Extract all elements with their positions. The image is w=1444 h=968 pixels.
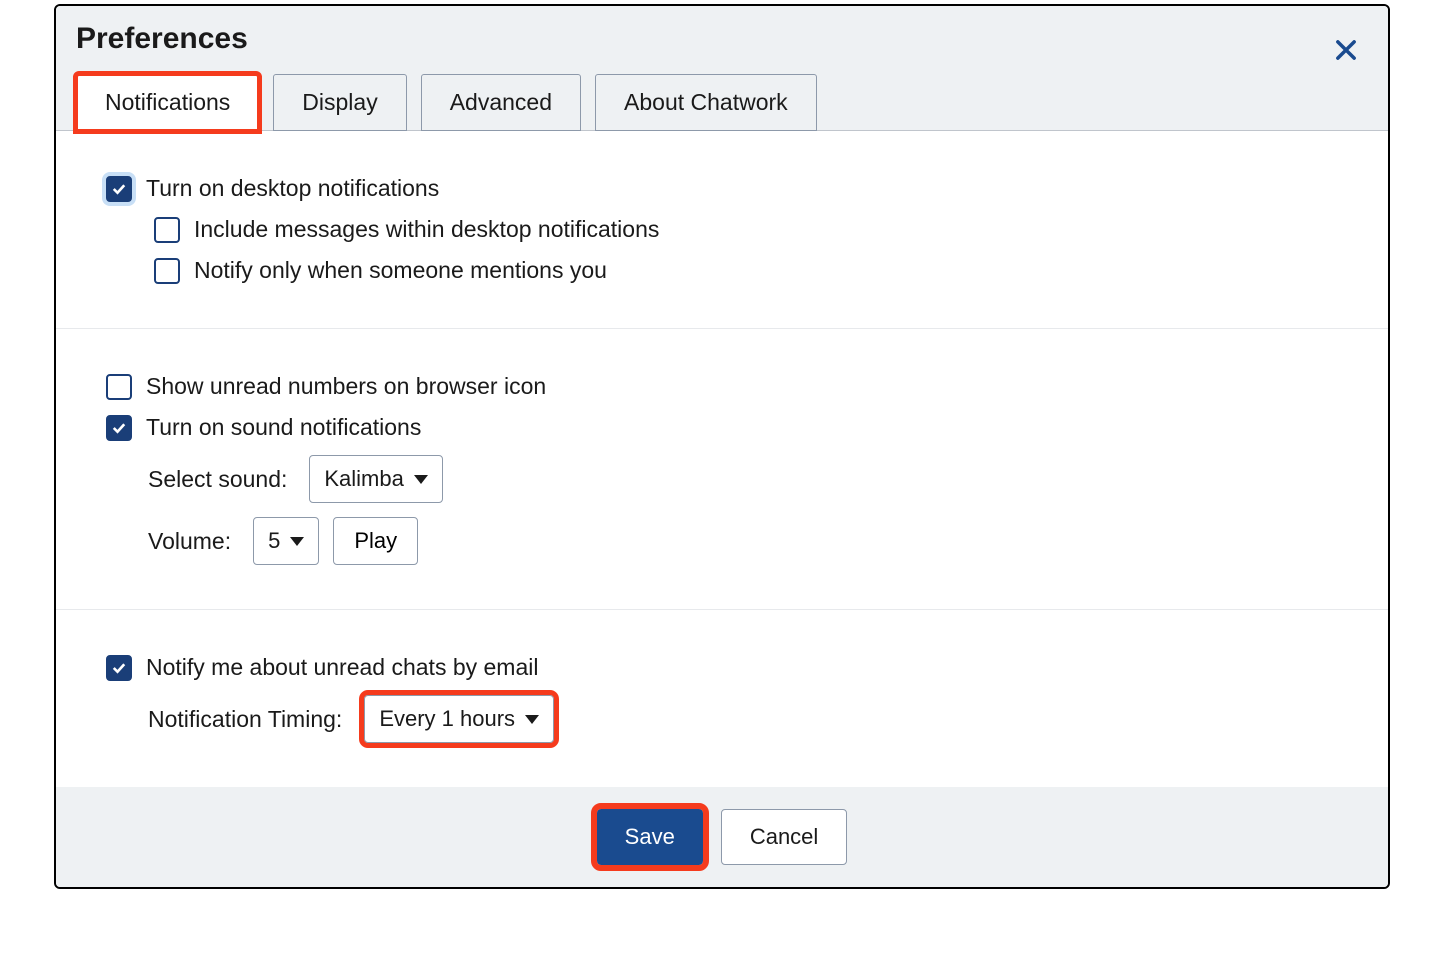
select-notification-timing-value: Every 1 hours bbox=[379, 706, 515, 732]
label-notify-mentions-only: Notify only when someone mentions you bbox=[194, 257, 607, 284]
section-desktop-notifications: Turn on desktop notifications Include me… bbox=[56, 131, 1388, 329]
label-desktop-notifications: Turn on desktop notifications bbox=[146, 175, 439, 202]
label-sound-notifications: Turn on sound notifications bbox=[146, 414, 421, 441]
dialog-header: Preferences Notifications Display Advanc… bbox=[56, 6, 1388, 131]
dialog-body: Turn on desktop notifications Include me… bbox=[56, 131, 1388, 787]
tab-advanced[interactable]: Advanced bbox=[421, 74, 581, 131]
select-sound[interactable]: Kalimba bbox=[309, 455, 442, 503]
checkbox-notify-mentions-only[interactable] bbox=[154, 258, 180, 284]
checkbox-notify-email[interactable] bbox=[106, 655, 132, 681]
play-button[interactable]: Play bbox=[333, 517, 418, 565]
label-volume: Volume: bbox=[148, 528, 231, 555]
select-notification-timing[interactable]: Every 1 hours bbox=[364, 695, 554, 743]
preferences-dialog: Preferences Notifications Display Advanc… bbox=[54, 4, 1390, 889]
dialog-footer: Save Cancel bbox=[56, 787, 1388, 887]
tabs: Notifications Display Advanced About Cha… bbox=[76, 74, 1368, 131]
dialog-title: Preferences bbox=[76, 22, 1368, 56]
select-volume[interactable]: 5 bbox=[253, 517, 319, 565]
tab-notifications[interactable]: Notifications bbox=[76, 74, 259, 131]
chevron-down-icon bbox=[414, 475, 428, 484]
tab-about[interactable]: About Chatwork bbox=[595, 74, 817, 131]
checkbox-show-unread-browser-icon[interactable] bbox=[106, 374, 132, 400]
checkbox-desktop-notifications[interactable] bbox=[106, 176, 132, 202]
checkbox-include-messages[interactable] bbox=[154, 217, 180, 243]
select-volume-value: 5 bbox=[268, 528, 280, 554]
cancel-button[interactable]: Cancel bbox=[721, 809, 847, 865]
label-notify-email: Notify me about unread chats by email bbox=[146, 654, 538, 681]
save-button[interactable]: Save bbox=[597, 809, 703, 865]
close-button[interactable] bbox=[1332, 36, 1360, 64]
label-select-sound: Select sound: bbox=[148, 466, 287, 493]
tab-display[interactable]: Display bbox=[273, 74, 406, 131]
section-sound: Show unread numbers on browser icon Turn… bbox=[56, 329, 1388, 610]
close-icon bbox=[1332, 36, 1360, 64]
chevron-down-icon bbox=[290, 537, 304, 546]
label-show-unread-browser-icon: Show unread numbers on browser icon bbox=[146, 373, 546, 400]
chevron-down-icon bbox=[525, 715, 539, 724]
label-include-messages: Include messages within desktop notifica… bbox=[194, 216, 659, 243]
label-notification-timing: Notification Timing: bbox=[148, 706, 342, 733]
select-sound-value: Kalimba bbox=[324, 466, 403, 492]
section-email: Notify me about unread chats by email No… bbox=[56, 610, 1388, 787]
checkbox-sound-notifications[interactable] bbox=[106, 415, 132, 441]
